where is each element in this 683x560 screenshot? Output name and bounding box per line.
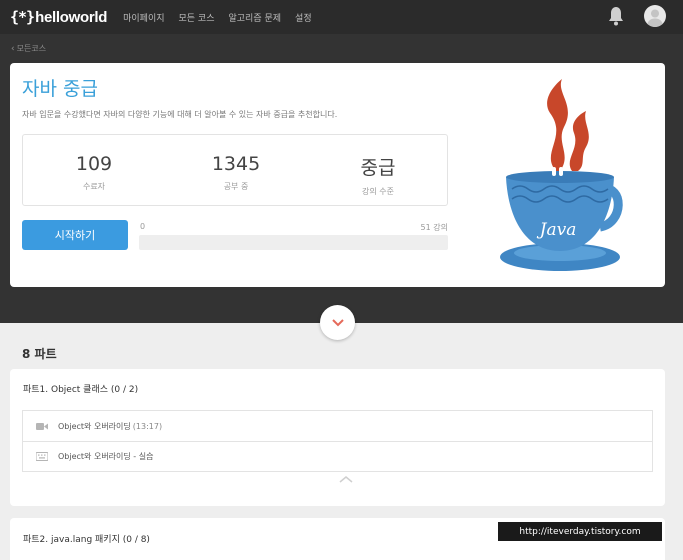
chevron-down-icon <box>331 319 344 327</box>
stat-label: 수료자 <box>82 182 106 191</box>
course-summary-card: 자바 중급 자바 입문을 수강했다면 자바의 다양한 기능에 대해 더 알아볼 … <box>10 63 665 287</box>
lesson-item[interactable]: Object와 오버라이딩 - 실습 <box>23 441 652 471</box>
breadcrumb-label: 모든코스 <box>16 44 47 53</box>
course-hero: ‹ 모든코스 자바 중급 자바 입문을 수강했다면 자바의 다양한 기능에 대해… <box>0 34 683 323</box>
nav-mypage[interactable]: 마이페이지 <box>123 11 164 24</box>
watermark: http://iteverday.tistory.com <box>498 522 662 541</box>
breadcrumb-all-courses[interactable]: ‹ 모든코스 <box>11 43 46 54</box>
helloworld-logo[interactable]: {*} helloworld <box>10 8 107 26</box>
bell-icon[interactable] <box>607 6 625 26</box>
lesson-title: Object와 오버라이딩 - 실습 <box>58 452 154 461</box>
nav-algorithm-problems[interactable]: 알고리즘 문제 <box>229 11 282 24</box>
part-title[interactable]: 파트1. Object 클래스 (0 / 2) <box>23 382 138 395</box>
progress-total-label: 51 강의 <box>420 223 448 232</box>
stat-value: 중급 <box>360 157 396 179</box>
top-navigation-bar: {*} helloworld 마이페이지 모든 코스 알고리즘 문제 설정 <box>0 0 683 34</box>
nav-settings[interactable]: 설정 <box>295 11 312 24</box>
course-progress-bar <box>139 235 448 250</box>
parts-count: 8 파트 <box>22 347 57 361</box>
part-card: 파트1. Object 클래스 (0 / 2) Object와 오버라이딩 (1… <box>10 369 665 506</box>
part-title[interactable]: 파트2. java.lang 패키지 (0 / 8) <box>23 532 150 545</box>
course-title: 자바 중급 <box>22 78 98 100</box>
main-nav: 마이페이지 모든 코스 알고리즘 문제 설정 <box>123 11 326 24</box>
stat-studying: 1345 공부 중 <box>165 135 307 192</box>
stat-level: 중급 강의 수준 <box>307 135 449 197</box>
keyboard-icon <box>36 452 48 461</box>
nav-all-courses[interactable]: 모든 코스 <box>179 11 215 24</box>
user-avatar-icon[interactable] <box>644 5 666 27</box>
start-course-button[interactable]: 시작하기 <box>22 220 128 250</box>
logo-text: helloworld <box>35 8 108 26</box>
logo-mark: {*} <box>10 8 35 26</box>
progress-current-label: 0 <box>140 222 146 231</box>
stat-graduates: 109 수료자 <box>23 135 165 192</box>
lesson-duration: (13:17) <box>132 421 163 431</box>
java-coffee-cup-illustration: Java <box>500 79 623 271</box>
stat-label: 강의 수준 <box>362 187 394 196</box>
lesson-list: Object와 오버라이딩 (13:17) Object와 오버라이딩 - 실습 <box>22 410 653 472</box>
course-stats: 109 수료자 1345 공부 중 중급 강의 수준 <box>22 134 448 206</box>
lesson-item[interactable]: Object와 오버라이딩 (13:17) <box>23 411 652 441</box>
chevron-up-icon[interactable] <box>338 475 354 484</box>
stat-value: 109 <box>75 153 113 175</box>
stat-value: 1345 <box>211 153 261 175</box>
video-icon <box>36 422 48 430</box>
chevron-left-icon: ‹ <box>11 43 15 54</box>
lesson-title: Object와 오버라이딩 <box>58 421 131 431</box>
stat-label: 공부 중 <box>223 182 249 191</box>
scroll-down-button[interactable] <box>320 305 355 340</box>
course-description: 자바 입문을 수강했다면 자바의 다양한 기능에 대해 더 알아볼 수 있는 자… <box>22 110 338 119</box>
java-art-text: Java <box>537 220 577 240</box>
